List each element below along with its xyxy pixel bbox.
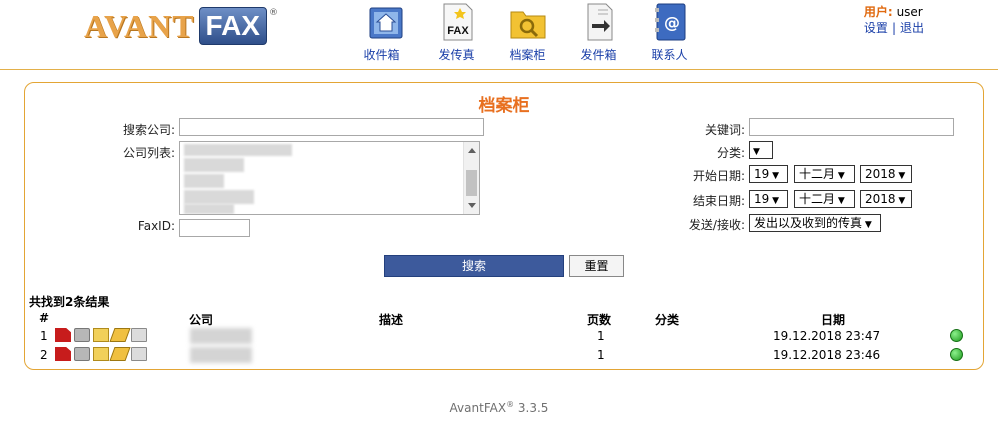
footer-registered-mark: ® <box>506 400 515 409</box>
nav-outbox[interactable]: 发件箱 <box>563 2 634 63</box>
blurred-company-name <box>190 347 252 363</box>
company-list-label: 公司列表: <box>122 146 175 160</box>
end-day-select[interactable]: 19 <box>749 190 788 208</box>
keyword-label: 关键词: <box>704 123 745 137</box>
main-nav: 收件箱 FAX 发传真 档案柜 发件箱 @ 联系人 <box>350 2 705 63</box>
row-date: 19.12.2018 23:47 <box>773 329 881 343</box>
user-label: 用户: <box>863 5 893 19</box>
row-pages: 1 <box>597 329 605 343</box>
archive-folder-icon <box>509 2 547 42</box>
nav-inbox[interactable]: 收件箱 <box>350 2 421 63</box>
blurred-company-entry <box>184 190 254 204</box>
scroll-down-arrow-icon[interactable] <box>468 203 476 208</box>
fax-machine-icon[interactable] <box>74 328 90 342</box>
blurred-company-entry <box>184 204 234 214</box>
logo-avant-text: AVANT <box>84 7 195 44</box>
col-header-num: # <box>39 311 50 325</box>
col-header-date: 日期 <box>821 313 846 327</box>
outbox-icon <box>580 2 618 42</box>
results-count: 共找到2条结果 <box>29 295 110 309</box>
edit-icon[interactable] <box>109 347 131 361</box>
row-number: 1 <box>40 329 48 343</box>
row-pages: 1 <box>597 348 605 362</box>
search-company-label: 搜索公司: <box>122 123 175 137</box>
col-header-description: 描述 <box>379 313 404 327</box>
row-action-icons <box>55 347 147 361</box>
row-date: 19.12.2018 23:46 <box>773 348 881 362</box>
nav-inbox-label: 收件箱 <box>363 48 400 62</box>
footer: AvantFAX® 3.3.5 <box>0 400 998 415</box>
keyword-input[interactable] <box>749 118 954 136</box>
logout-link[interactable]: 退出 <box>900 21 924 35</box>
end-month-select[interactable]: 十二月 <box>794 190 855 208</box>
footer-product: AvantFAX <box>449 401 507 415</box>
end-date-label: 结束日期: <box>692 194 745 208</box>
company-list-box[interactable] <box>179 141 480 215</box>
scroll-thumb[interactable] <box>466 170 477 196</box>
start-day-select[interactable]: 19 <box>749 165 788 183</box>
user-box: 用户: user 设置 | 退出 <box>864 4 924 36</box>
delete-icon[interactable] <box>131 347 147 361</box>
status-green-icon <box>950 348 963 361</box>
status-green-icon <box>950 329 963 342</box>
blurred-company-entry <box>184 158 244 172</box>
category-label: 分类: <box>716 146 745 160</box>
edit-icon[interactable] <box>109 328 131 342</box>
reset-button[interactable]: 重置 <box>569 255 624 277</box>
nav-contacts-label: 联系人 <box>651 48 688 62</box>
start-date-label: 开始日期: <box>692 169 745 183</box>
logo-fax-text: FAX <box>198 7 267 45</box>
envelope-icon[interactable] <box>93 347 109 361</box>
col-header-company: 公司 <box>189 313 214 327</box>
faxid-input[interactable] <box>179 219 250 237</box>
nav-send-fax-label: 发传真 <box>438 48 475 62</box>
direction-label: 发送/接收: <box>688 218 745 232</box>
nav-archive-label: 档案柜 <box>509 48 546 62</box>
scroll-up-arrow-icon[interactable] <box>468 148 476 153</box>
delete-icon[interactable] <box>131 328 147 342</box>
category-select[interactable] <box>749 141 773 159</box>
pdf-icon[interactable] <box>55 328 71 342</box>
blurred-company-entry <box>184 144 292 156</box>
fax-machine-icon[interactable] <box>74 347 90 361</box>
contacts-icon: @ <box>651 2 689 42</box>
nav-send-fax[interactable]: FAX 发传真 <box>421 2 492 63</box>
col-header-pages: 页数 <box>587 313 612 327</box>
start-year-select[interactable]: 2018 <box>860 165 912 183</box>
svg-text:FAX: FAX <box>447 25 469 37</box>
end-year-select[interactable]: 2018 <box>860 190 912 208</box>
fax-icon: FAX <box>438 2 476 42</box>
envelope-icon[interactable] <box>93 328 109 342</box>
search-company-input[interactable] <box>179 118 484 136</box>
nav-outbox-label: 发件箱 <box>580 48 617 62</box>
footer-version: 3.3.5 <box>517 401 549 415</box>
pdf-icon[interactable] <box>55 347 71 361</box>
nav-archive[interactable]: 档案柜 <box>492 2 563 63</box>
avantfax-logo: AVANT FAX ® <box>84 6 278 46</box>
col-header-category: 分类 <box>655 313 680 327</box>
start-month-select[interactable]: 十二月 <box>794 165 855 183</box>
nav-contacts[interactable]: @ 联系人 <box>634 2 705 63</box>
settings-link[interactable]: 设置 <box>864 21 888 35</box>
row-number: 2 <box>40 348 48 362</box>
row-action-icons <box>55 328 147 342</box>
user-name: user <box>896 5 923 19</box>
blurred-company-entry <box>184 174 224 188</box>
header-divider <box>0 69 998 70</box>
company-list-scrollbar[interactable] <box>463 142 479 214</box>
faxid-label: FaxID: <box>137 219 175 233</box>
link-separator: | <box>891 21 896 35</box>
page-title: 档案柜 <box>478 96 530 116</box>
direction-select[interactable]: 发出以及收到的传真 <box>749 214 881 232</box>
blurred-company-name <box>190 328 252 344</box>
search-button[interactable]: 搜索 <box>384 255 564 277</box>
archive-panel: 档案柜 搜索公司: 公司列表: FaxID: 关键词: 分类: 开始日期: 19… <box>24 82 984 370</box>
logo-registered-mark: ® <box>269 8 278 18</box>
inbox-icon <box>367 2 405 42</box>
svg-text:@: @ <box>664 13 680 32</box>
